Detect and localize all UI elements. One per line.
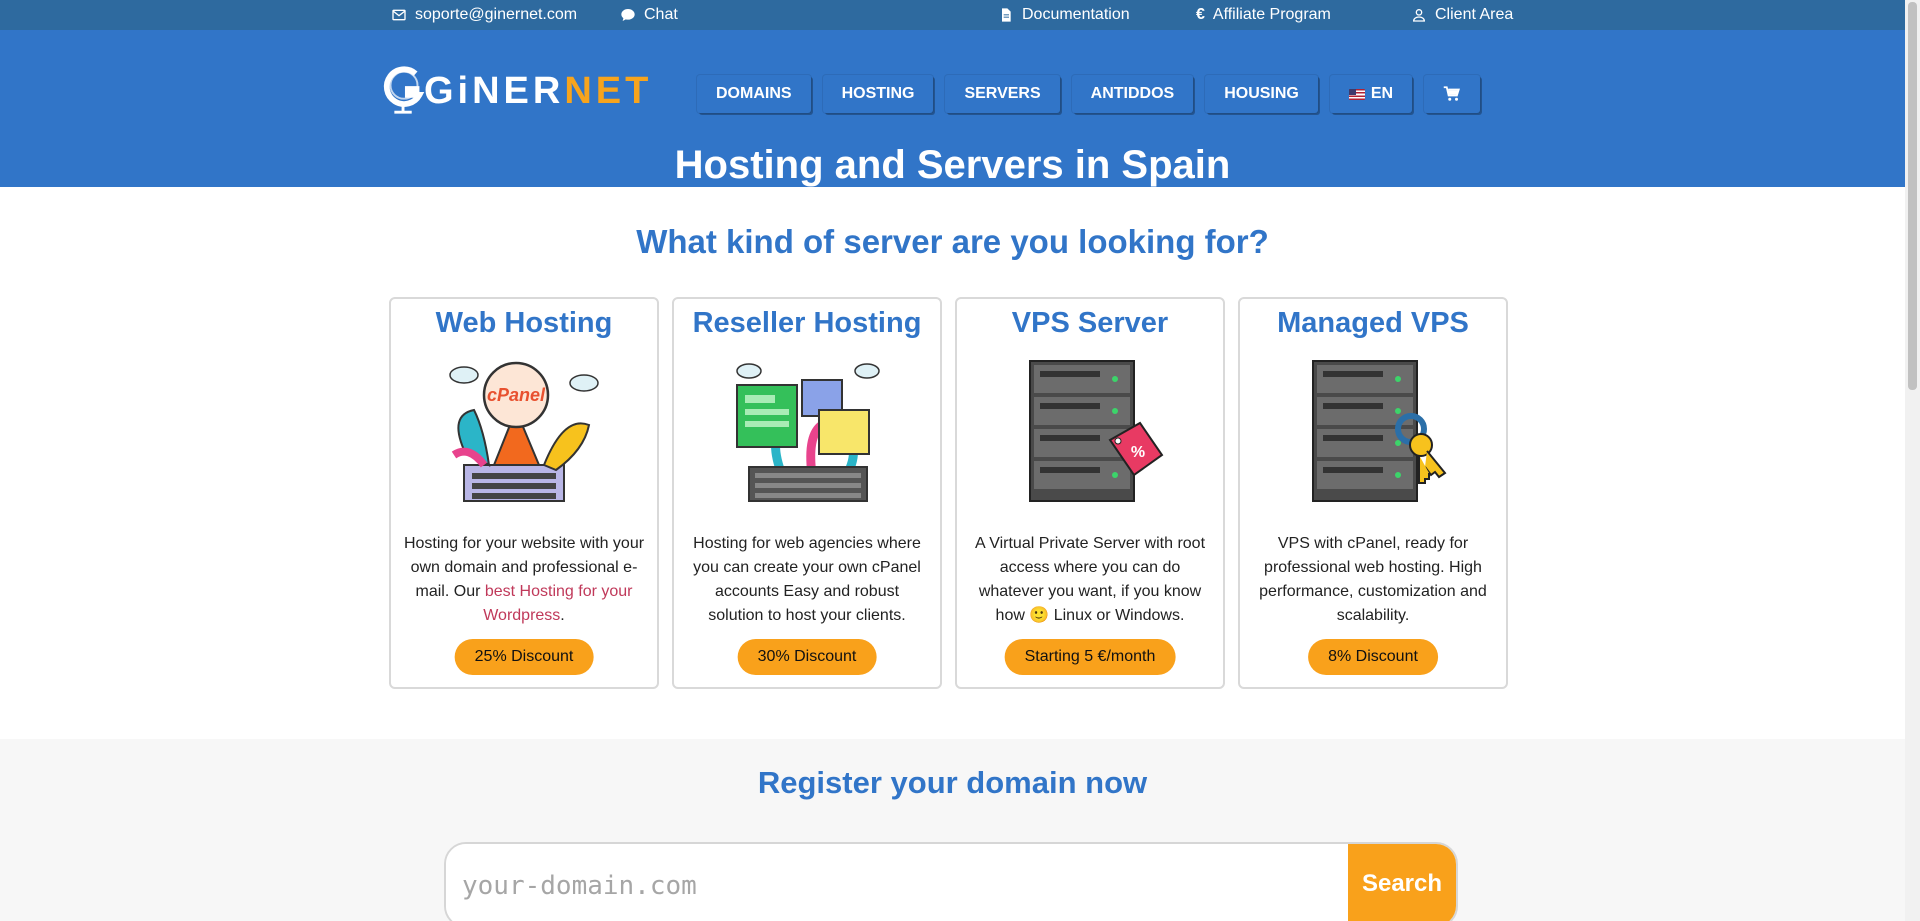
- card-managed-vps[interactable]: Managed VPS VPS with cPanel, ready for p…: [1238, 297, 1508, 689]
- us-flag-icon: [1348, 88, 1365, 100]
- price-tag-text: %: [1131, 444, 1145, 461]
- nav-antiddos[interactable]: ANTIDDOS: [1071, 75, 1194, 113]
- card-web-hosting[interactable]: Web Hosting cPanel Hosting for your webs…: [389, 297, 659, 689]
- domain-search-box: Search: [444, 842, 1458, 921]
- scrollbar-thumb[interactable]: [1908, 2, 1917, 390]
- cloud-icon: [569, 374, 599, 392]
- header: GiNERNET DOMAINS HOSTING SERVERS ANTIDDO…: [0, 30, 1905, 187]
- server-types-heading: What kind of server are you looking for?: [636, 223, 1269, 260]
- domain-search-button[interactable]: Search: [1348, 844, 1456, 921]
- logo-giner: GiNER: [424, 69, 565, 112]
- affiliate-link[interactable]: € Affiliate Program: [1196, 0, 1331, 30]
- user-icon: [1412, 9, 1426, 22]
- email-link[interactable]: soporte@ginernet.com: [391, 0, 577, 30]
- card-title: Managed VPS: [1277, 307, 1469, 339]
- discount-badge[interactable]: 8% Discount: [1308, 639, 1438, 675]
- card-description: A Virtual Private Server with root acces…: [969, 532, 1211, 628]
- nav-domains[interactable]: DOMAINS: [697, 75, 811, 113]
- main-nav: DOMAINS HOSTING SERVERS ANTIDDOS HOUSING…: [697, 75, 1481, 113]
- managed-vps-rack-icon: [1312, 360, 1447, 502]
- server-types-section: What kind of server are you looking for?…: [0, 187, 1905, 739]
- client-area-text: Client Area: [1435, 6, 1514, 23]
- ginernet-logo[interactable]: GiNERNET: [382, 64, 652, 118]
- cloud-icon: [449, 366, 479, 384]
- document-icon: [1002, 8, 1011, 22]
- affiliate-text: Affiliate Program: [1212, 6, 1331, 23]
- chat-bubble-icon: [621, 9, 635, 21]
- chat-link[interactable]: Chat: [620, 0, 678, 30]
- card-title: Web Hosting: [435, 307, 613, 339]
- cloud-icon: [736, 363, 762, 379]
- card-description: VPS with cPanel, ready for professional …: [1259, 535, 1487, 624]
- domain-register-section: Register your domain now Search: [0, 739, 1905, 921]
- top-bar: soporte@ginernet.com Chat Documentation …: [0, 0, 1905, 30]
- scrollbar[interactable]: [1905, 0, 1920, 921]
- card-desc-end: .: [560, 607, 565, 624]
- cloud-icon: [854, 363, 880, 379]
- documentation-text: Documentation: [1022, 6, 1130, 23]
- reseller-illustration-icon: [736, 363, 880, 502]
- card-vps-server[interactable]: VPS Server % A Virtual Private Server wi…: [955, 297, 1225, 689]
- documentation-link[interactable]: Documentation: [998, 0, 1130, 30]
- card-description: Hosting for web agencies where you can c…: [693, 535, 921, 624]
- nav-hosting[interactable]: HOSTING: [822, 75, 934, 113]
- nav-servers[interactable]: SERVERS: [945, 75, 1060, 113]
- server-cards: Web Hosting cPanel Hosting for your webs…: [389, 297, 1508, 689]
- email-text: soporte@ginernet.com: [415, 6, 578, 23]
- page: soporte@ginernet.com Chat Documentation …: [0, 0, 1905, 921]
- card-title: VPS Server: [1011, 307, 1169, 339]
- logo-wordmark: GiNERNET: [424, 70, 652, 113]
- logo-net: NET: [564, 69, 653, 112]
- card-title: Reseller Hosting: [692, 307, 922, 339]
- chat-text: Chat: [644, 6, 678, 23]
- price-badge[interactable]: Starting 5 €/month: [1004, 639, 1176, 675]
- discount-badge[interactable]: 30% Discount: [737, 639, 877, 675]
- vps-server-rack-icon: %: [1029, 360, 1164, 502]
- domain-search-input[interactable]: [446, 844, 1348, 921]
- globe-logo-icon: [383, 66, 425, 114]
- card-reseller-hosting[interactable]: Reseller Hosting Hosting for web agencie…: [672, 297, 942, 689]
- language-selector[interactable]: EN: [1329, 75, 1413, 113]
- discount-badge[interactable]: 25% Discount: [454, 639, 594, 675]
- cart-button[interactable]: [1424, 75, 1481, 113]
- nav-housing[interactable]: HOUSING: [1205, 75, 1318, 113]
- envelope-icon: [392, 9, 406, 21]
- shopping-cart-icon: [1443, 86, 1461, 101]
- smiley-emoji: 🙂: [1029, 607, 1050, 624]
- cpanel-hosting-illustration-icon: cPanel: [449, 361, 599, 502]
- card-description: Hosting for your website with your own d…: [403, 532, 645, 628]
- cpanel-logo-text: cPanel: [487, 385, 546, 405]
- language-label: EN: [1370, 85, 1394, 102]
- domain-heading: Register your domain now: [757, 765, 1148, 800]
- client-area-link[interactable]: Client Area: [1411, 0, 1513, 30]
- hero-title: Hosting and Servers in Spain: [674, 143, 1231, 187]
- euro-icon: €: [1196, 6, 1205, 23]
- card-desc-end: Linux or Windows.: [1049, 607, 1185, 624]
- wordpress-hosting-link[interactable]: best Hosting for your Wordpress: [483, 583, 632, 624]
